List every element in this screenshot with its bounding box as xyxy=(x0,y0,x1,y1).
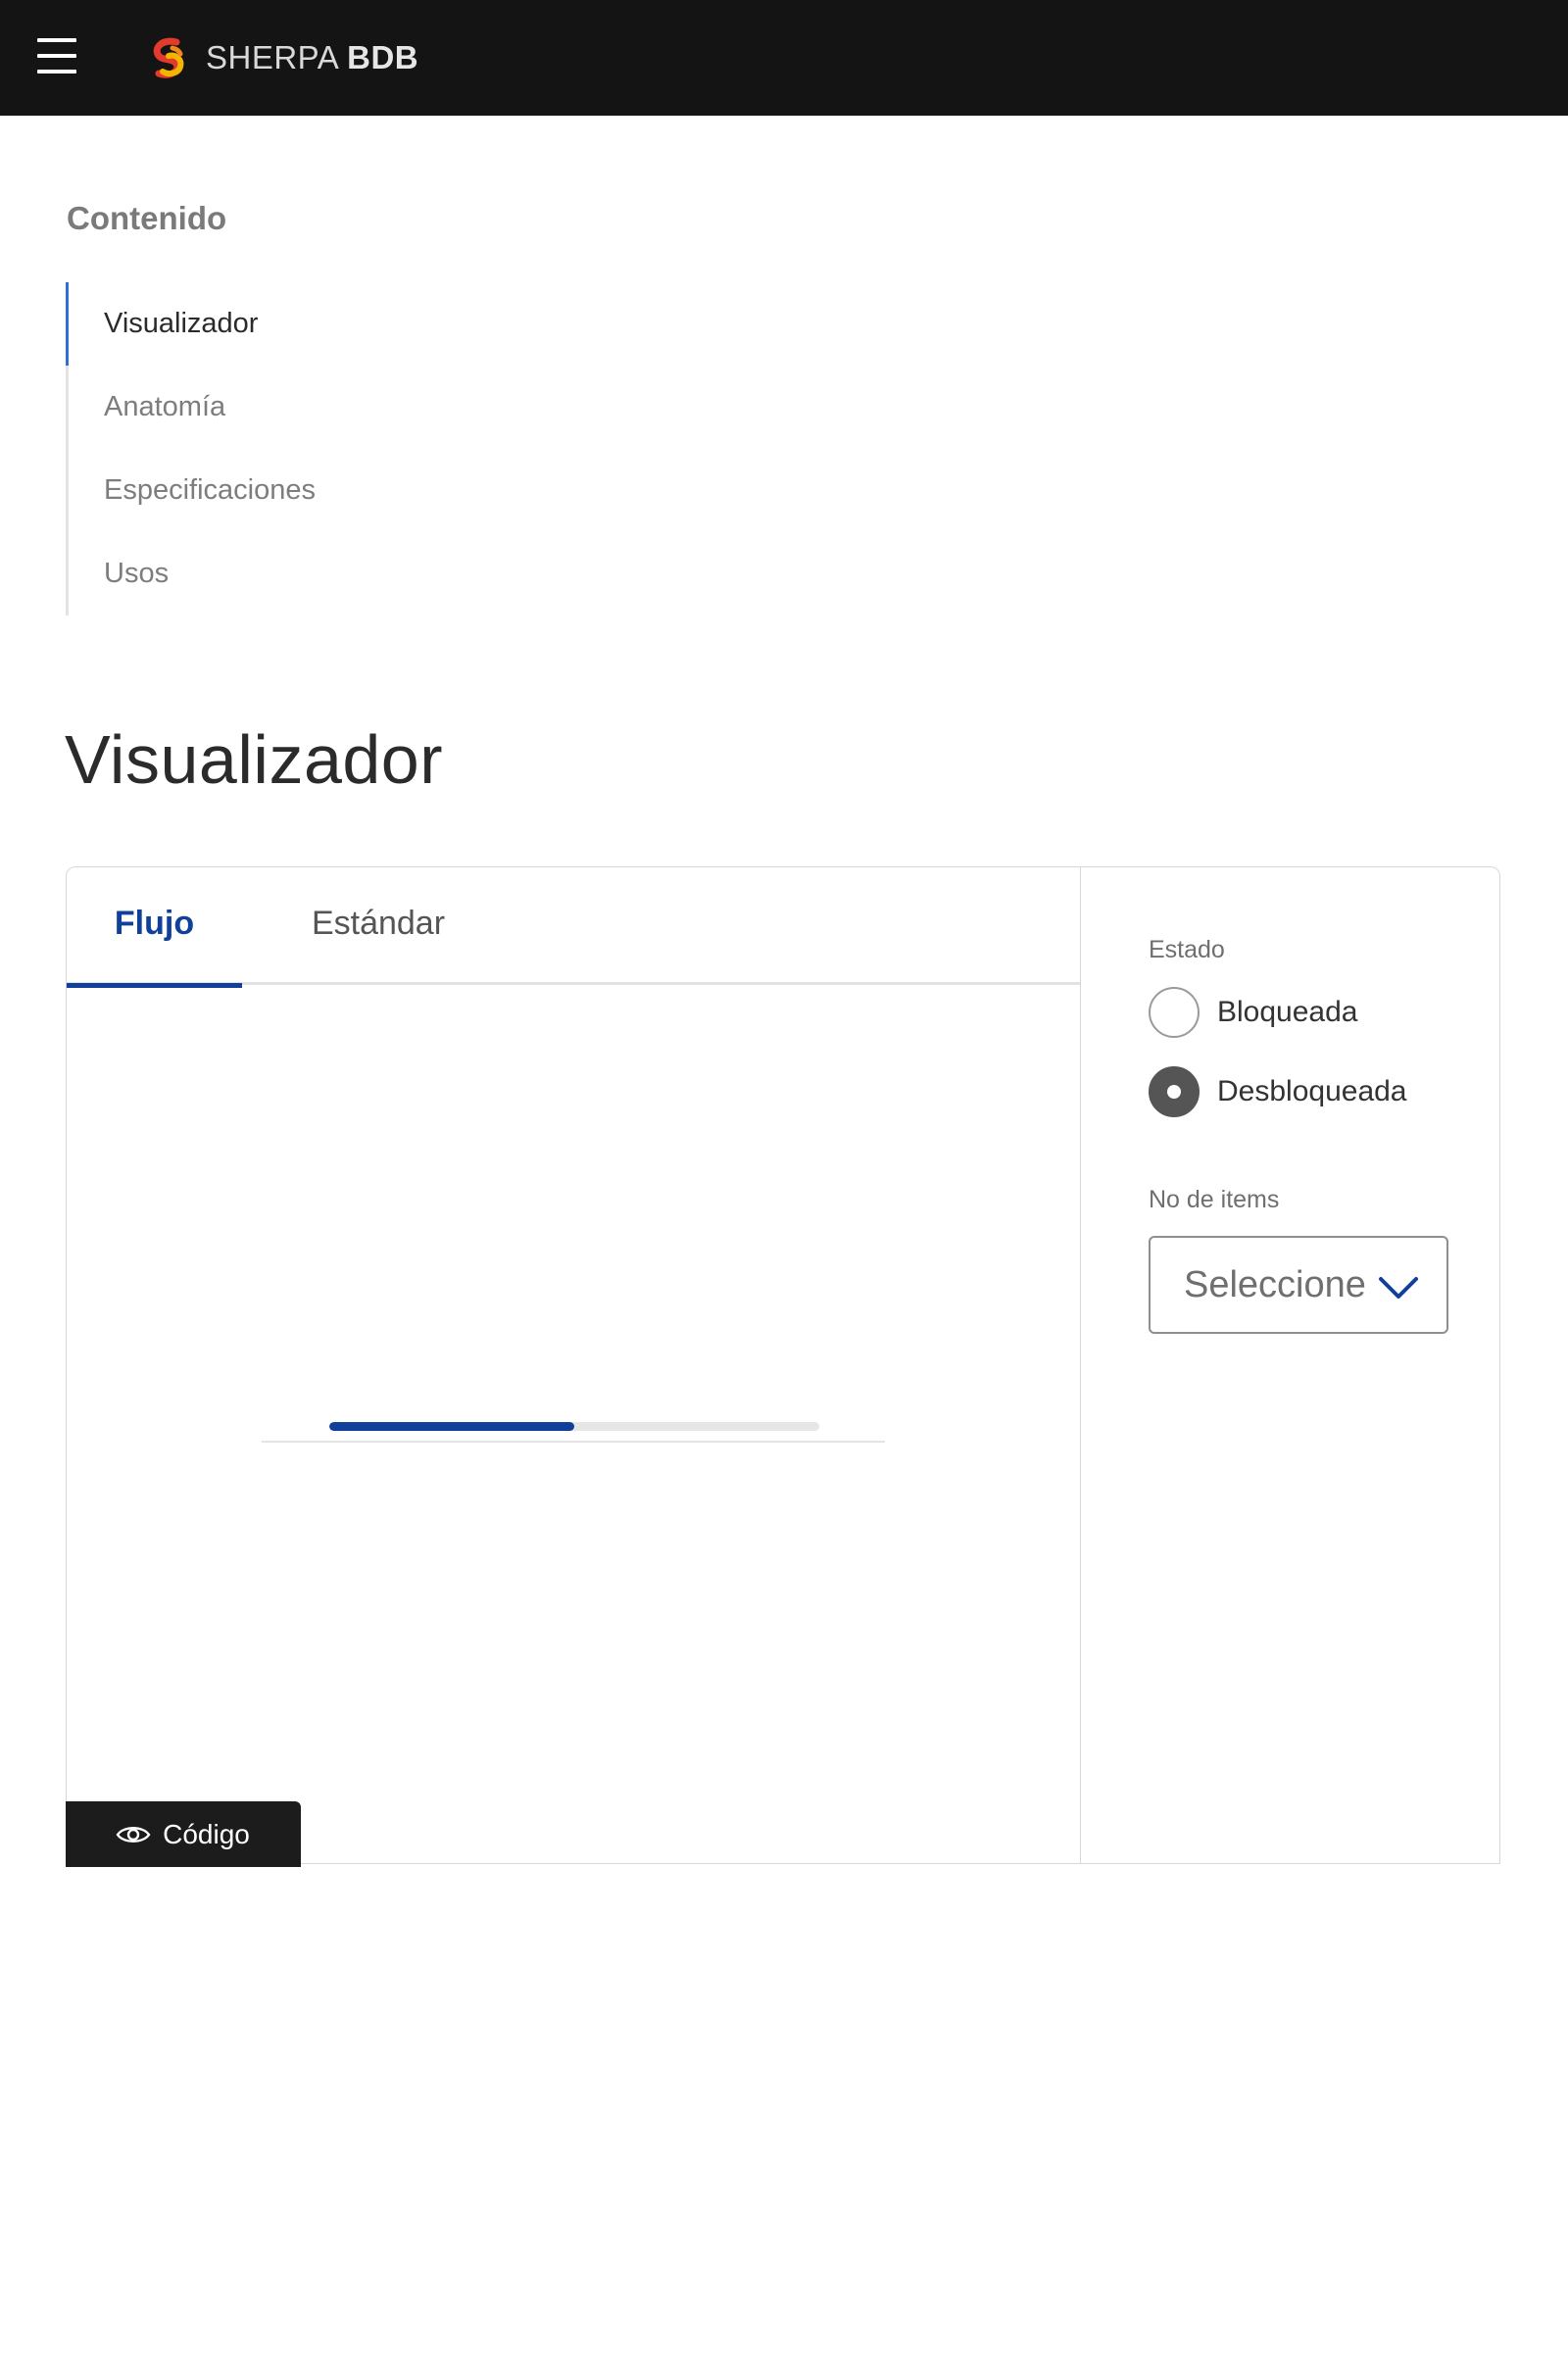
brand-logo[interactable]: SHERPA BDB xyxy=(147,35,418,80)
tab-flujo[interactable]: Flujo xyxy=(67,867,242,988)
progress-bar xyxy=(329,1422,819,1431)
top-bar: SHERPA BDB xyxy=(0,0,1568,116)
content-nav-title: Contenido xyxy=(67,200,227,236)
brand-name: SHERPA BDB xyxy=(206,39,418,76)
code-toggle-button[interactable]: Código xyxy=(65,1801,301,1867)
hamburger-line xyxy=(37,70,76,74)
component-viewer: Flujo Estándar Código Estado Bloqueada D… xyxy=(65,866,1500,1867)
eye-icon xyxy=(116,1826,151,1843)
hamburger-menu-icon[interactable] xyxy=(35,36,78,75)
estado-label: Estado xyxy=(1149,936,1225,963)
radio-label: Bloqueada xyxy=(1217,996,1358,1028)
items-count-label: No de items xyxy=(1149,1186,1280,1213)
items-count-select[interactable]: Seleccione xyxy=(1149,1236,1448,1334)
preview-panel: Flujo Estándar Código xyxy=(65,867,1081,1867)
content-nav: Visualizador Anatomía Especificaciones U… xyxy=(66,282,461,615)
sherpa-logo-icon xyxy=(153,37,184,78)
brand-name-primary: SHERPA xyxy=(206,39,338,75)
chevron-down-icon xyxy=(1379,1277,1418,1299)
tab-estandar[interactable]: Estándar xyxy=(290,867,466,985)
preview-tabs: Flujo Estándar xyxy=(67,867,1080,988)
radio-bloqueada[interactable]: Bloqueada xyxy=(1149,985,1357,1040)
page-title: Visualizador xyxy=(65,721,444,798)
select-value: Seleccione xyxy=(1184,1264,1366,1305)
hamburger-line xyxy=(37,38,76,42)
controls-panel: Estado Bloqueada Desbloqueada No de item… xyxy=(1082,867,1499,1863)
radio-button-checked[interactable] xyxy=(1149,1066,1200,1117)
radio-button[interactable] xyxy=(1149,987,1200,1038)
radio-label: Desbloqueada xyxy=(1217,1075,1407,1107)
nav-item-anatomia[interactable]: Anatomía xyxy=(69,366,461,449)
brand-name-suffix: BDB xyxy=(347,39,419,75)
nav-item-usos[interactable]: Usos xyxy=(69,532,461,615)
progress-bar-fill xyxy=(329,1422,574,1431)
hamburger-line xyxy=(37,54,76,58)
nav-item-especificaciones[interactable]: Especificaciones xyxy=(69,449,461,532)
progress-divider xyxy=(262,1441,885,1443)
code-button-label: Código xyxy=(163,1818,250,1849)
nav-item-visualizador[interactable]: Visualizador xyxy=(66,282,461,366)
radio-desbloqueada[interactable]: Desbloqueada xyxy=(1149,1064,1407,1119)
